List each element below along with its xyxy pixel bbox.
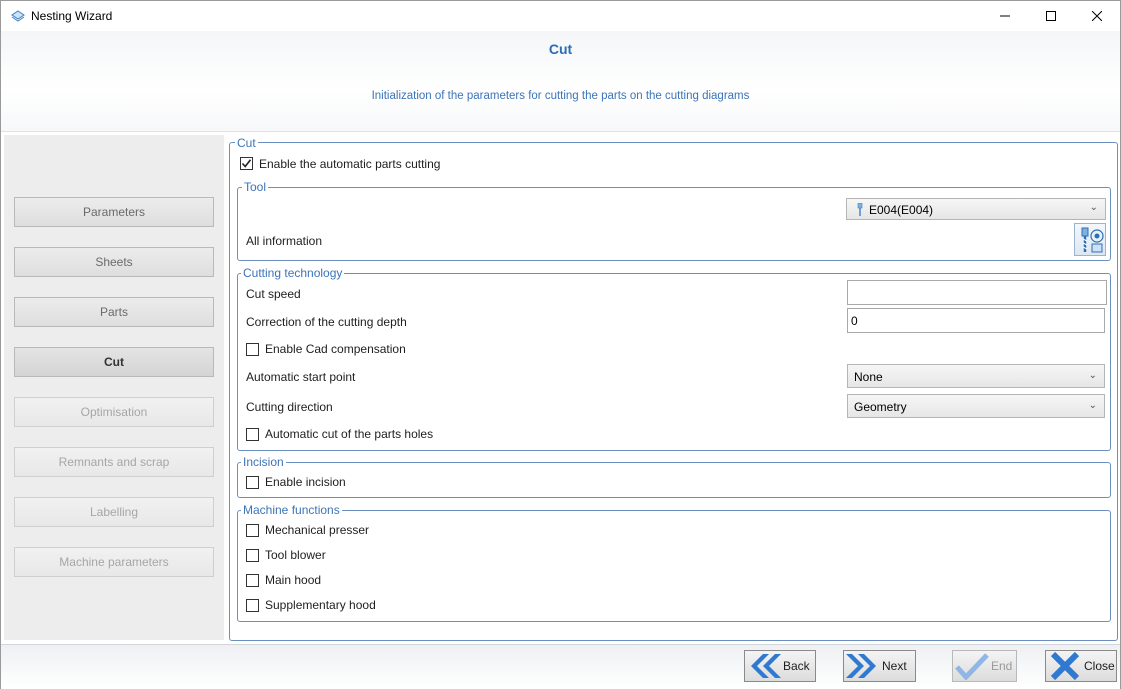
- nesting-wizard-window: Nesting Wizard Cut Initialization of the…: [0, 0, 1121, 689]
- start-point-select[interactable]: None ⌄: [847, 364, 1105, 388]
- wizard-steps-sidebar: Parameters Sheets Parts Cut Optimisation…: [4, 135, 224, 640]
- incision-legend: Incision: [241, 455, 286, 469]
- next-button-label: Next: [882, 659, 907, 673]
- back-button-label: Back: [783, 659, 810, 673]
- chevron-down-icon: ⌄: [1088, 400, 1097, 411]
- next-arrows-icon: [844, 651, 882, 681]
- step-labelling-button[interactable]: Labelling: [14, 497, 214, 527]
- tool-info-icon: [1081, 227, 1104, 253]
- tool-group-legend: Tool: [242, 180, 269, 194]
- main-hood-checkbox[interactable]: [246, 574, 259, 587]
- cut-group-legend: Cut: [235, 136, 258, 150]
- minimize-button[interactable]: [982, 1, 1028, 31]
- maximize-icon: [1046, 11, 1056, 21]
- step-cut-button[interactable]: Cut: [14, 347, 214, 377]
- close-button-label: Close: [1084, 659, 1115, 673]
- enable-incision-checkbox[interactable]: [246, 476, 259, 489]
- close-button[interactable]: Close: [1045, 650, 1117, 682]
- cutting-direction-select[interactable]: Geometry ⌄: [847, 394, 1105, 418]
- step-machine-parameters-button[interactable]: Machine parameters: [14, 547, 214, 577]
- step-optimisation-button[interactable]: Optimisation: [14, 397, 214, 427]
- step-remnants-button[interactable]: Remnants and scrap: [14, 447, 214, 477]
- next-button[interactable]: Next: [843, 650, 916, 682]
- cad-compensation-label: Enable Cad compensation: [265, 342, 406, 356]
- tool-blower-checkbox[interactable]: [246, 549, 259, 562]
- title-bar: Nesting Wizard: [1, 1, 1120, 31]
- end-button[interactable]: End: [952, 650, 1017, 682]
- cutting-technology-legend: Cutting technology: [241, 266, 345, 280]
- main-hood-label: Main hood: [265, 573, 322, 587]
- page-title: Cut: [548, 41, 573, 57]
- cutting-direction-value: Geometry: [854, 400, 907, 414]
- chevron-down-icon: ⌄: [1088, 370, 1097, 381]
- checkmark-icon: [953, 651, 991, 681]
- nesting-icon: [11, 10, 25, 22]
- tool-info-button[interactable]: [1074, 223, 1106, 256]
- mechanical-presser-checkbox[interactable]: [246, 524, 259, 537]
- cut-speed-label: Cut speed: [246, 287, 301, 301]
- tool-blower-label: Tool blower: [265, 548, 326, 562]
- supplementary-hood-checkbox[interactable]: [246, 599, 259, 612]
- auto-holes-checkbox[interactable]: [246, 428, 259, 441]
- tool-bit-icon: [857, 203, 863, 216]
- back-button[interactable]: Back: [744, 650, 816, 682]
- all-information-label: All information: [246, 234, 323, 248]
- cut-speed-input[interactable]: [847, 280, 1107, 305]
- auto-holes-label: Automatic cut of the parts holes: [265, 427, 434, 441]
- start-point-label: Automatic start point: [246, 370, 356, 384]
- maximize-button[interactable]: [1028, 1, 1074, 31]
- checkmark-icon: [241, 159, 252, 168]
- step-sheets-button[interactable]: Sheets: [14, 247, 214, 277]
- cutting-direction-label: Cutting direction: [246, 400, 333, 414]
- enable-auto-cut-checkbox[interactable]: [240, 157, 253, 170]
- chevron-down-icon: ⌄: [1089, 202, 1098, 213]
- step-parts-button[interactable]: Parts: [14, 297, 214, 327]
- enable-auto-cut-label: Enable the automatic parts cutting: [259, 157, 441, 171]
- mechanical-presser-label: Mechanical presser: [265, 523, 370, 537]
- close-window-button[interactable]: [1074, 1, 1120, 31]
- enable-incision-label: Enable incision: [265, 475, 346, 489]
- tool-select[interactable]: E004(E004) ⌄: [846, 198, 1106, 220]
- wizard-header: Cut Initialization of the parameters for…: [1, 31, 1120, 132]
- x-close-icon: [1046, 651, 1084, 681]
- tool-select-value: E004(E004): [869, 203, 934, 217]
- start-point-value: None: [854, 370, 883, 384]
- supplementary-hood-label: Supplementary hood: [265, 598, 376, 612]
- minimize-icon: [1000, 15, 1010, 17]
- back-arrows-icon: [745, 651, 783, 681]
- page-subtitle: Initialization of the parameters for cut…: [371, 90, 750, 102]
- step-parameters-button[interactable]: Parameters: [14, 197, 214, 227]
- window-title: Nesting Wizard: [31, 9, 113, 23]
- depth-correction-label: Correction of the cutting depth: [246, 315, 407, 329]
- depth-correction-input[interactable]: 0: [847, 308, 1105, 333]
- incision-group: [237, 462, 1111, 498]
- machine-functions-legend: Machine functions: [241, 503, 342, 517]
- cad-compensation-checkbox[interactable]: [246, 343, 259, 356]
- close-icon: [1092, 11, 1102, 21]
- end-button-label: End: [991, 659, 1013, 673]
